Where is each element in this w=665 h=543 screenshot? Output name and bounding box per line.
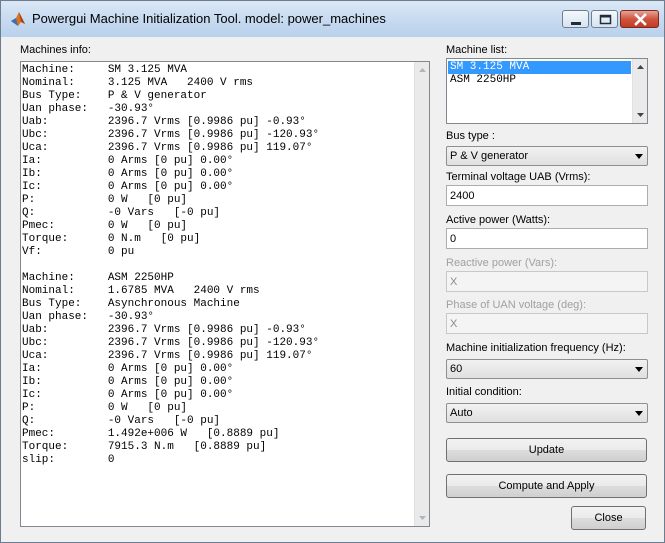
window-title: Powergui Machine Initialization Tool. mo… <box>32 11 386 26</box>
matlab-logo-icon <box>11 12 25 26</box>
scroll-down-icon[interactable] <box>633 107 648 123</box>
chevron-down-icon <box>635 367 643 372</box>
reactive-power-field: X <box>446 271 648 292</box>
reactive-power-value: X <box>450 276 458 288</box>
machines-info-line: Pmec: 1.492e+006 W [0.8889 pu] <box>22 428 280 440</box>
initial-condition-dropdown[interactable]: Auto <box>446 403 648 423</box>
close-icon <box>634 13 647 26</box>
machines-info-line <box>22 259 416 272</box>
machine-list-item[interactable]: ASM 2250HP <box>448 74 631 87</box>
terminal-voltage-label: Terminal voltage UAB (Vrms): <box>446 171 591 183</box>
terminal-voltage-value: 2400 <box>450 190 475 202</box>
machines-info-line: Ib: 0 Arms [0 pu] 0.00° <box>22 376 234 388</box>
update-button[interactable]: Update <box>446 438 647 462</box>
machines-info-line: Machine: SM 3.125 MVA <box>22 64 188 76</box>
machines-info-line: Ia: 0 Arms [0 pu] 0.00° <box>22 363 234 375</box>
machines-info-line: Bus Type: Asynchronous Machine <box>22 298 240 310</box>
init-frequency-label: Machine initialization frequency (Hz): <box>446 342 626 354</box>
machines-info-line: Q: -0 Vars [-0 pu] <box>22 207 221 219</box>
close-button[interactable]: Close <box>571 506 646 530</box>
machines-info-content: Machine: SM 3.125 MVA Nominal: 3.125 MVA … <box>21 62 416 526</box>
machines-info-line: Uab: 2396.7 Vrms [0.9986 pu] -0.93° <box>22 116 306 128</box>
machines-info-line: Ubc: 2396.7 Vrms [0.9986 pu] -120.93° <box>22 337 320 349</box>
machines-info-line: Torque: 0 N.m [0 pu] <box>22 233 201 245</box>
phase-uan-value: X <box>450 318 458 330</box>
scroll-up-icon[interactable] <box>415 62 430 78</box>
machines-info-line: Vf: 0 pu <box>22 246 135 258</box>
close-window-button[interactable] <box>620 10 659 28</box>
reactive-power-label: Reactive power (Vars): <box>446 257 558 269</box>
machines-info-line: Ubc: 2396.7 Vrms [0.9986 pu] -120.93° <box>22 129 320 141</box>
machine-list-label: Machine list: <box>446 44 508 56</box>
machines-info-line: P: 0 W [0 pu] <box>22 194 188 206</box>
machines-info-line: Uan phase: -30.93° <box>22 103 155 115</box>
scroll-up-icon[interactable] <box>633 59 648 75</box>
maximize-icon <box>599 14 612 25</box>
compute-and-apply-button[interactable]: Compute and Apply <box>446 474 647 498</box>
machines-info-line: Torque: 7915.3 N.m [0.8889 pu] <box>22 441 267 453</box>
phase-uan-field: X <box>446 313 648 334</box>
machine-list-scrollbar[interactable] <box>632 59 647 123</box>
machines-info-line: Bus Type: P & V generator <box>22 90 207 102</box>
client-area: Machines info: Machine: SM 3.125 MVA Nomi… <box>8 37 658 535</box>
maximize-button[interactable] <box>591 10 618 28</box>
machines-info-line: Ib: 0 Arms [0 pu] 0.00° <box>22 168 234 180</box>
machines-info-line: P: 0 W [0 pu] <box>22 402 188 414</box>
machine-list-item[interactable]: SM 3.125 MVA <box>448 61 631 74</box>
machines-info-label: Machines info: <box>20 44 91 56</box>
machines-info-line: slip: 0 <box>22 454 115 466</box>
scroll-down-icon[interactable] <box>415 510 430 526</box>
init-frequency-value: 60 <box>450 363 463 375</box>
title-bar[interactable]: Powergui Machine Initialization Tool. mo… <box>1 1 664 37</box>
machines-info-line: Ic: 0 Arms [0 pu] 0.00° <box>22 389 234 401</box>
machines-info-textbox[interactable]: Machine: SM 3.125 MVA Nominal: 3.125 MVA … <box>20 61 430 527</box>
bus-type-label: Bus type : <box>446 130 495 142</box>
machines-info-line: Uan phase: -30.93° <box>22 311 155 323</box>
machines-info-scrollbar[interactable] <box>414 62 429 526</box>
initial-condition-value: Auto <box>450 407 473 419</box>
active-power-field[interactable]: 0 <box>446 228 648 249</box>
phase-uan-label: Phase of UAN voltage (deg): <box>446 299 587 311</box>
bus-type-dropdown[interactable]: P & V generator <box>446 146 648 166</box>
machine-listbox[interactable]: SM 3.125 MVA ASM 2250HP <box>446 58 648 124</box>
active-power-label: Active power (Watts): <box>446 214 551 226</box>
active-power-value: 0 <box>450 233 457 245</box>
bus-type-value: P & V generator <box>450 150 529 162</box>
initial-condition-label: Initial condition: <box>446 386 522 398</box>
minimize-icon <box>571 22 581 25</box>
machines-info-line: Nominal: 3.125 MVA 2400 V rms <box>22 77 254 89</box>
init-frequency-dropdown[interactable]: 60 <box>446 359 648 379</box>
machines-info-line: Ic: 0 Arms [0 pu] 0.00° <box>22 181 234 193</box>
chevron-down-icon <box>635 154 643 159</box>
machines-info-line: Uab: 2396.7 Vrms [0.9986 pu] -0.93° <box>22 324 306 336</box>
chevron-down-icon <box>635 411 643 416</box>
machines-info-line: Q: -0 Vars [-0 pu] <box>22 415 221 427</box>
machines-info-line: Ia: 0 Arms [0 pu] 0.00° <box>22 155 234 167</box>
machines-info-line: Machine: ASM 2250HP <box>22 272 174 284</box>
terminal-voltage-field[interactable]: 2400 <box>446 185 648 206</box>
machines-info-line: Nominal: 1.6785 MVA 2400 V rms <box>22 285 260 297</box>
tool-window: Powergui Machine Initialization Tool. mo… <box>0 0 665 543</box>
minimize-button[interactable] <box>562 10 589 28</box>
machines-info-line: Pmec: 0 W [0 pu] <box>22 220 188 232</box>
machines-info-line: Uca: 2396.7 Vrms [0.9986 pu] 119.07° <box>22 350 313 362</box>
machines-info-line: Uca: 2396.7 Vrms [0.9986 pu] 119.07° <box>22 142 313 154</box>
